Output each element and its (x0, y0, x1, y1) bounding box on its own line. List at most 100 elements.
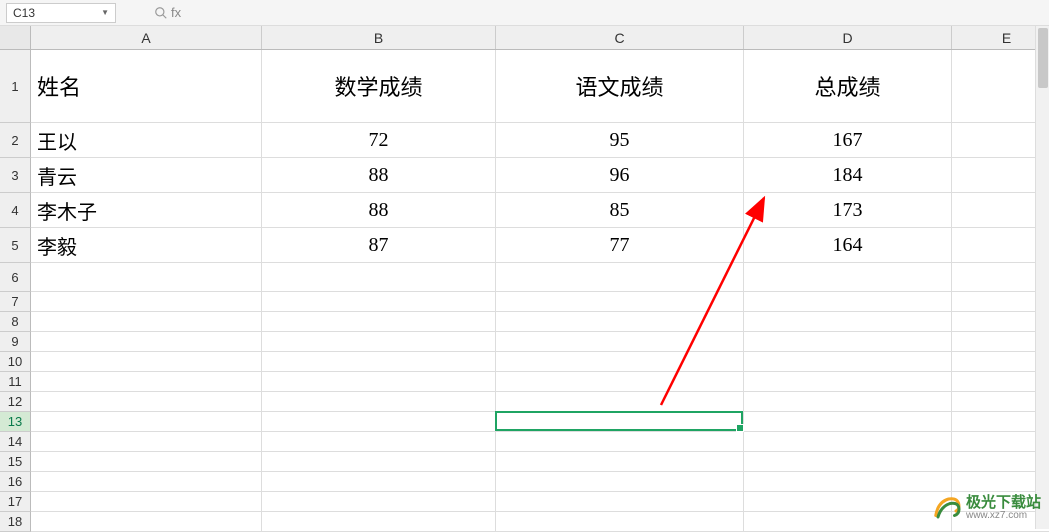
cell-D13[interactable] (744, 412, 952, 432)
row-header-6[interactable]: 6 (0, 263, 31, 292)
cell-D11[interactable] (744, 372, 952, 392)
cell-C13[interactable] (496, 412, 744, 432)
cell-D4[interactable]: 173 (744, 193, 952, 228)
cell-B14[interactable] (262, 432, 496, 452)
cell-C16[interactable] (496, 472, 744, 492)
cell-B8[interactable] (262, 312, 496, 332)
cell-B1[interactable]: 数学成绩 (262, 50, 496, 123)
formula-bar-area[interactable]: fx (154, 5, 181, 20)
cell-C9[interactable] (496, 332, 744, 352)
cell-reference-input[interactable]: C13 ▼ (6, 3, 116, 23)
cell-D3[interactable]: 184 (744, 158, 952, 193)
cell-B12[interactable] (262, 392, 496, 412)
cell-D12[interactable] (744, 392, 952, 412)
cell-C11[interactable] (496, 372, 744, 392)
cell-B10[interactable] (262, 352, 496, 372)
cell-C12[interactable] (496, 392, 744, 412)
cell-B2[interactable]: 72 (262, 123, 496, 158)
cell-D2[interactable]: 167 (744, 123, 952, 158)
cell-B4[interactable]: 88 (262, 193, 496, 228)
row-header-15[interactable]: 15 (0, 452, 31, 472)
cell-A18[interactable] (31, 512, 262, 532)
row-header-11[interactable]: 11 (0, 372, 31, 392)
cell-C5[interactable]: 77 (496, 228, 744, 263)
select-all-corner[interactable] (0, 26, 31, 50)
cell-D7[interactable] (744, 292, 952, 312)
cell-D1[interactable]: 总成绩 (744, 50, 952, 123)
column-header-A[interactable]: A (31, 26, 262, 49)
row-header-1[interactable]: 1 (0, 50, 31, 123)
cell-A11[interactable] (31, 372, 262, 392)
cell-C6[interactable] (496, 263, 744, 292)
cell-D14[interactable] (744, 432, 952, 452)
cell-B3[interactable]: 88 (262, 158, 496, 193)
cell-D8[interactable] (744, 312, 952, 332)
cell-A1[interactable]: 姓名 (31, 50, 262, 123)
cell-C2[interactable]: 95 (496, 123, 744, 158)
cell-C8[interactable] (496, 312, 744, 332)
cell-B9[interactable] (262, 332, 496, 352)
cell-B15[interactable] (262, 452, 496, 472)
cell-C17[interactable] (496, 492, 744, 512)
row-header-9[interactable]: 9 (0, 332, 31, 352)
cell-C4[interactable]: 85 (496, 193, 744, 228)
cell-A9[interactable] (31, 332, 262, 352)
cell-C18[interactable] (496, 512, 744, 532)
cell-C15[interactable] (496, 452, 744, 472)
cell-A2[interactable]: 王以 (31, 123, 262, 158)
cell-A12[interactable] (31, 392, 262, 412)
row-header-16[interactable]: 16 (0, 472, 31, 492)
cell-C1[interactable]: 语文成绩 (496, 50, 744, 123)
cell-D18[interactable] (744, 512, 952, 532)
cell-B17[interactable] (262, 492, 496, 512)
cell-A14[interactable] (31, 432, 262, 452)
cell-D17[interactable] (744, 492, 952, 512)
cell-D5[interactable]: 164 (744, 228, 952, 263)
row-header-8[interactable]: 8 (0, 312, 31, 332)
cell-D6[interactable] (744, 263, 952, 292)
row-header-13[interactable]: 13 (0, 412, 31, 432)
column-header-C[interactable]: C (496, 26, 744, 49)
cell-A17[interactable] (31, 492, 262, 512)
cell-A8[interactable] (31, 312, 262, 332)
cell-B16[interactable] (262, 472, 496, 492)
vertical-scrollbar[interactable] (1035, 26, 1049, 529)
cell-A15[interactable] (31, 452, 262, 472)
cell-A6[interactable] (31, 263, 262, 292)
cell-A3[interactable]: 青云 (31, 158, 262, 193)
cell-B6[interactable] (262, 263, 496, 292)
scrollbar-thumb[interactable] (1038, 28, 1048, 88)
column-header-B[interactable]: B (262, 26, 496, 49)
cell-B11[interactable] (262, 372, 496, 392)
row-header-3[interactable]: 3 (0, 158, 31, 193)
cell-B5[interactable]: 87 (262, 228, 496, 263)
cell-C7[interactable] (496, 292, 744, 312)
cell-C14[interactable] (496, 432, 744, 452)
row-header-10[interactable]: 10 (0, 352, 31, 372)
row-header-5[interactable]: 5 (0, 228, 31, 263)
cell-D9[interactable] (744, 332, 952, 352)
row-header-4[interactable]: 4 (0, 193, 31, 228)
cell-B13[interactable] (262, 412, 496, 432)
cell-D15[interactable] (744, 452, 952, 472)
chevron-down-icon[interactable]: ▼ (101, 8, 109, 17)
row-header-7[interactable]: 7 (0, 292, 31, 312)
column-header-D[interactable]: D (744, 26, 952, 49)
cell-A10[interactable] (31, 352, 262, 372)
cell-A4[interactable]: 李木子 (31, 193, 262, 228)
cell-A7[interactable] (31, 292, 262, 312)
cell-A5[interactable]: 李毅 (31, 228, 262, 263)
row-header-2[interactable]: 2 (0, 123, 31, 158)
cell-A13[interactable] (31, 412, 262, 432)
row-header-14[interactable]: 14 (0, 432, 31, 452)
cell-D10[interactable] (744, 352, 952, 372)
row-header-17[interactable]: 17 (0, 492, 31, 512)
row-header-18[interactable]: 18 (0, 512, 31, 532)
cell-B7[interactable] (262, 292, 496, 312)
row-header-12[interactable]: 12 (0, 392, 31, 412)
cell-C3[interactable]: 96 (496, 158, 744, 193)
cells-grid[interactable]: 姓名数学成绩语文成绩总成绩王以7295167 青云8896184 李木子888517… (31, 50, 1049, 532)
cell-C10[interactable] (496, 352, 744, 372)
cell-A16[interactable] (31, 472, 262, 492)
cell-D16[interactable] (744, 472, 952, 492)
